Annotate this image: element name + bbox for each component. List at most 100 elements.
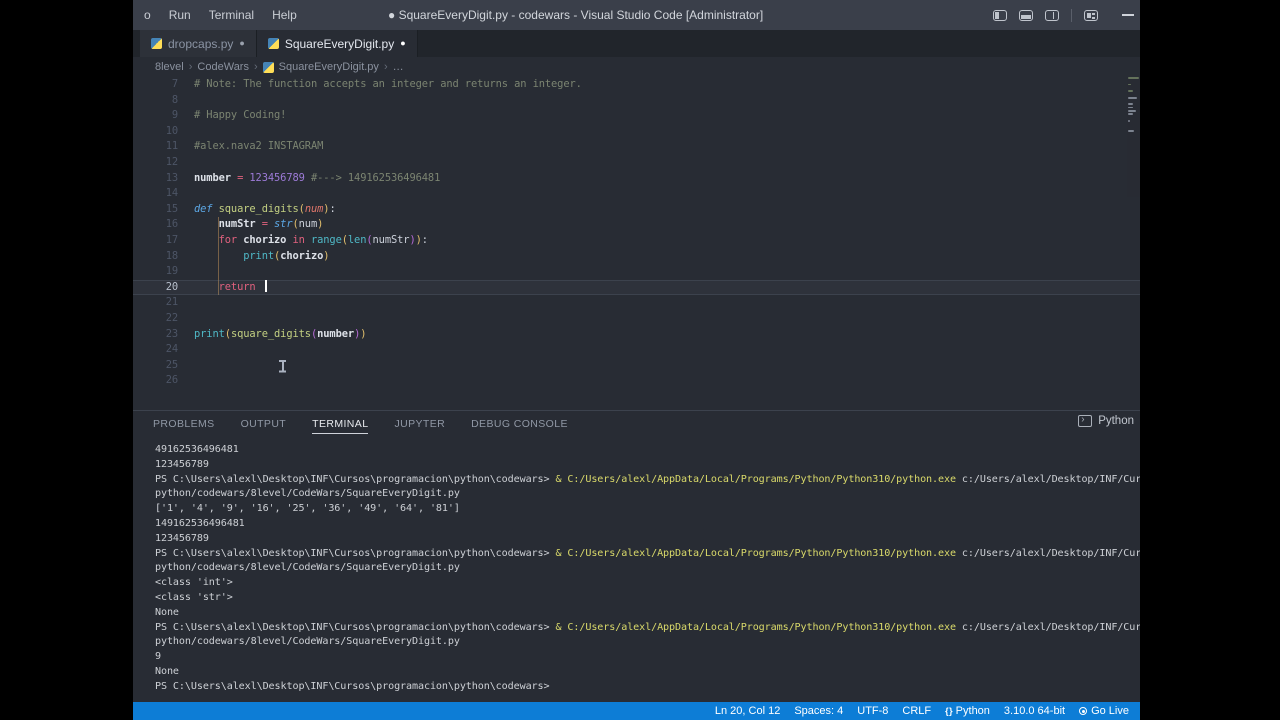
terminal-output[interactable]: 49162536496481 123456789 PS C:\Users\alexl… [133,443,1140,702]
code-text: for chorizo in range(len(numStr)): [218,233,428,246]
line-number[interactable]: 24 [133,342,178,358]
code-line-9[interactable]: 9 # Happy Coding! [133,108,1140,124]
line-number[interactable]: 23 [133,327,178,343]
status-go-live[interactable]: Go Live [1072,702,1136,720]
minimap-line [1128,77,1139,79]
line-number[interactable]: 22 [133,311,178,327]
line-number[interactable]: 15 [133,202,178,218]
toggle-panel-icon[interactable] [1019,9,1033,21]
code-line-19[interactable]: 19 [133,264,1140,280]
menu-run[interactable]: Run [160,0,200,30]
toggle-primary-sidebar-icon[interactable] [993,9,1007,21]
line-number[interactable]: 14 [133,186,178,202]
status-spaces-4[interactable]: Spaces: 4 [787,702,850,720]
code-editor[interactable]: 7 # Note: The function accepts an integer… [133,77,1140,410]
tab-SquareEveryDigit.py[interactable]: SquareEveryDigit.py ● [256,30,418,57]
panel-tab-terminal[interactable]: TERMINAL [312,418,369,434]
minimize-button[interactable] [1122,14,1134,16]
menu-help[interactable]: Help [263,0,306,30]
line-number[interactable]: 17 [133,233,178,249]
tab-dropcaps.py[interactable]: dropcaps.py ● [140,30,257,57]
code-line-8[interactable]: 8 [133,93,1140,109]
panel-tab-bar: PROBLEMS OUTPUT TERMINAL JUPYTER DEBUG CONSO… [133,410,1140,437]
modified-dot-icon[interactable]: ● [239,39,244,48]
status-label: Ln 20, Col 12 [714,705,781,717]
minimap-line [1128,83,1132,86]
status-crlf[interactable]: CRLF [895,702,938,720]
status-ln-20-col-12[interactable]: Ln 20, Col 12 [708,702,787,720]
panel-tab-jupyter[interactable]: JUPYTER [394,418,445,431]
line-number[interactable]: 26 [133,373,178,389]
line-number[interactable]: 11 [133,139,178,155]
code-line-14[interactable]: 14 [133,186,1140,202]
code-line-13[interactable]: 13 number = 123456789 #---> 1491625364964… [133,171,1140,187]
chevron-right-icon: › [383,61,388,73]
terminal-line-10: <class 'int'> [155,577,233,589]
line-number[interactable]: 9 [133,108,178,124]
minimap-line [1128,96,1137,99]
menu-o[interactable]: o [135,0,160,30]
customize-layout-icon[interactable] [1084,9,1098,21]
code-text: print(chorizo) [243,249,330,262]
vscode-window: o Run Terminal Help ● SquareEveryDigit.py -… [133,0,1140,720]
line-number[interactable]: 18 [133,249,178,265]
code-line-10[interactable]: 10 [133,124,1140,140]
code-line-7[interactable]: 7 # Note: The function accepts an integer… [133,77,1140,93]
breadcrumb-label: CodeWars [197,61,249,73]
line-number[interactable]: 7 [133,77,178,93]
line-number[interactable]: 20 [133,280,178,296]
panel-tab-problems[interactable]: PROBLEMS [153,418,215,431]
text-cursor [264,279,267,292]
code-line-20[interactable]: 20 return [133,279,1140,296]
toggle-secondary-sidebar-icon[interactable] [1045,9,1059,21]
breadcrumb-item-3[interactable]: … [393,61,404,73]
status-python[interactable]: { } Python [938,702,997,720]
line-number[interactable]: 19 [133,264,178,280]
tab-label: dropcaps.py [168,36,234,51]
terminal-shell-label[interactable]: Python [1098,415,1134,427]
braces-icon: { } [945,706,952,716]
code-line-26[interactable]: 26 [133,373,1140,389]
line-number[interactable]: 13 [133,171,178,187]
line-number[interactable]: 10 [133,124,178,140]
titlebar-actions [993,0,1134,30]
code-line-24[interactable]: 24 [133,342,1140,358]
breadcrumb-item-1[interactable]: CodeWars [197,61,249,73]
status-utf-8[interactable]: UTF-8 [850,702,895,720]
code-line-12[interactable]: 12 [133,155,1140,171]
terminal-line-1: 49162536496481 [155,444,239,455]
code-line-15[interactable]: 15 def square_digits(num): [133,202,1140,218]
minimap[interactable] [1127,77,1140,197]
panel-tab-output[interactable]: OUTPUT [241,418,287,431]
line-number[interactable]: 25 [133,358,178,374]
code-line-17[interactable]: 17 for chorizo in range(len(numStr)): [133,233,1140,249]
window-title: ● SquareEveryDigit.py - codewars - Visua… [388,8,764,22]
breadcrumb-item-2[interactable]: SquareEveryDigit.py [262,61,379,73]
terminal-line-3: PS C:\Users\alexl\Desktop\INF\Cursos\pro… [155,473,1140,485]
code-text: # Note: The function accepts an integer … [194,78,582,90]
code-line-16[interactable]: 16 numStr = str(num) [133,217,1140,233]
code-line-21[interactable]: 21 [133,295,1140,311]
line-number[interactable]: 12 [133,155,178,171]
code-line-22[interactable]: 22 [133,311,1140,327]
terminal-shell-icon [1078,414,1093,427]
breadcrumb-item-0[interactable]: 8level [155,61,184,73]
status-3-10-0-64-bit[interactable]: 3.10.0 64-bit [997,702,1072,720]
code-line-11[interactable]: 11 #alex.nava2 INSTAGRAM [133,139,1140,155]
line-number[interactable]: 21 [133,295,178,311]
menu-terminal[interactable]: Terminal [200,0,263,30]
line-number[interactable]: 16 [133,217,178,233]
line-number[interactable]: 8 [133,93,178,109]
status-label: 3.10.0 64-bit [1003,705,1066,717]
code-line-18[interactable]: 18 print(chorizo) [133,249,1140,265]
modified-dot-icon[interactable]: ● [400,39,405,48]
code-line-23[interactable]: 23 print(square_digits(number)) [133,327,1140,343]
panel-tab-debug-console[interactable]: DEBUG CONSOLE [471,418,568,431]
status-label: CRLF [902,705,932,717]
